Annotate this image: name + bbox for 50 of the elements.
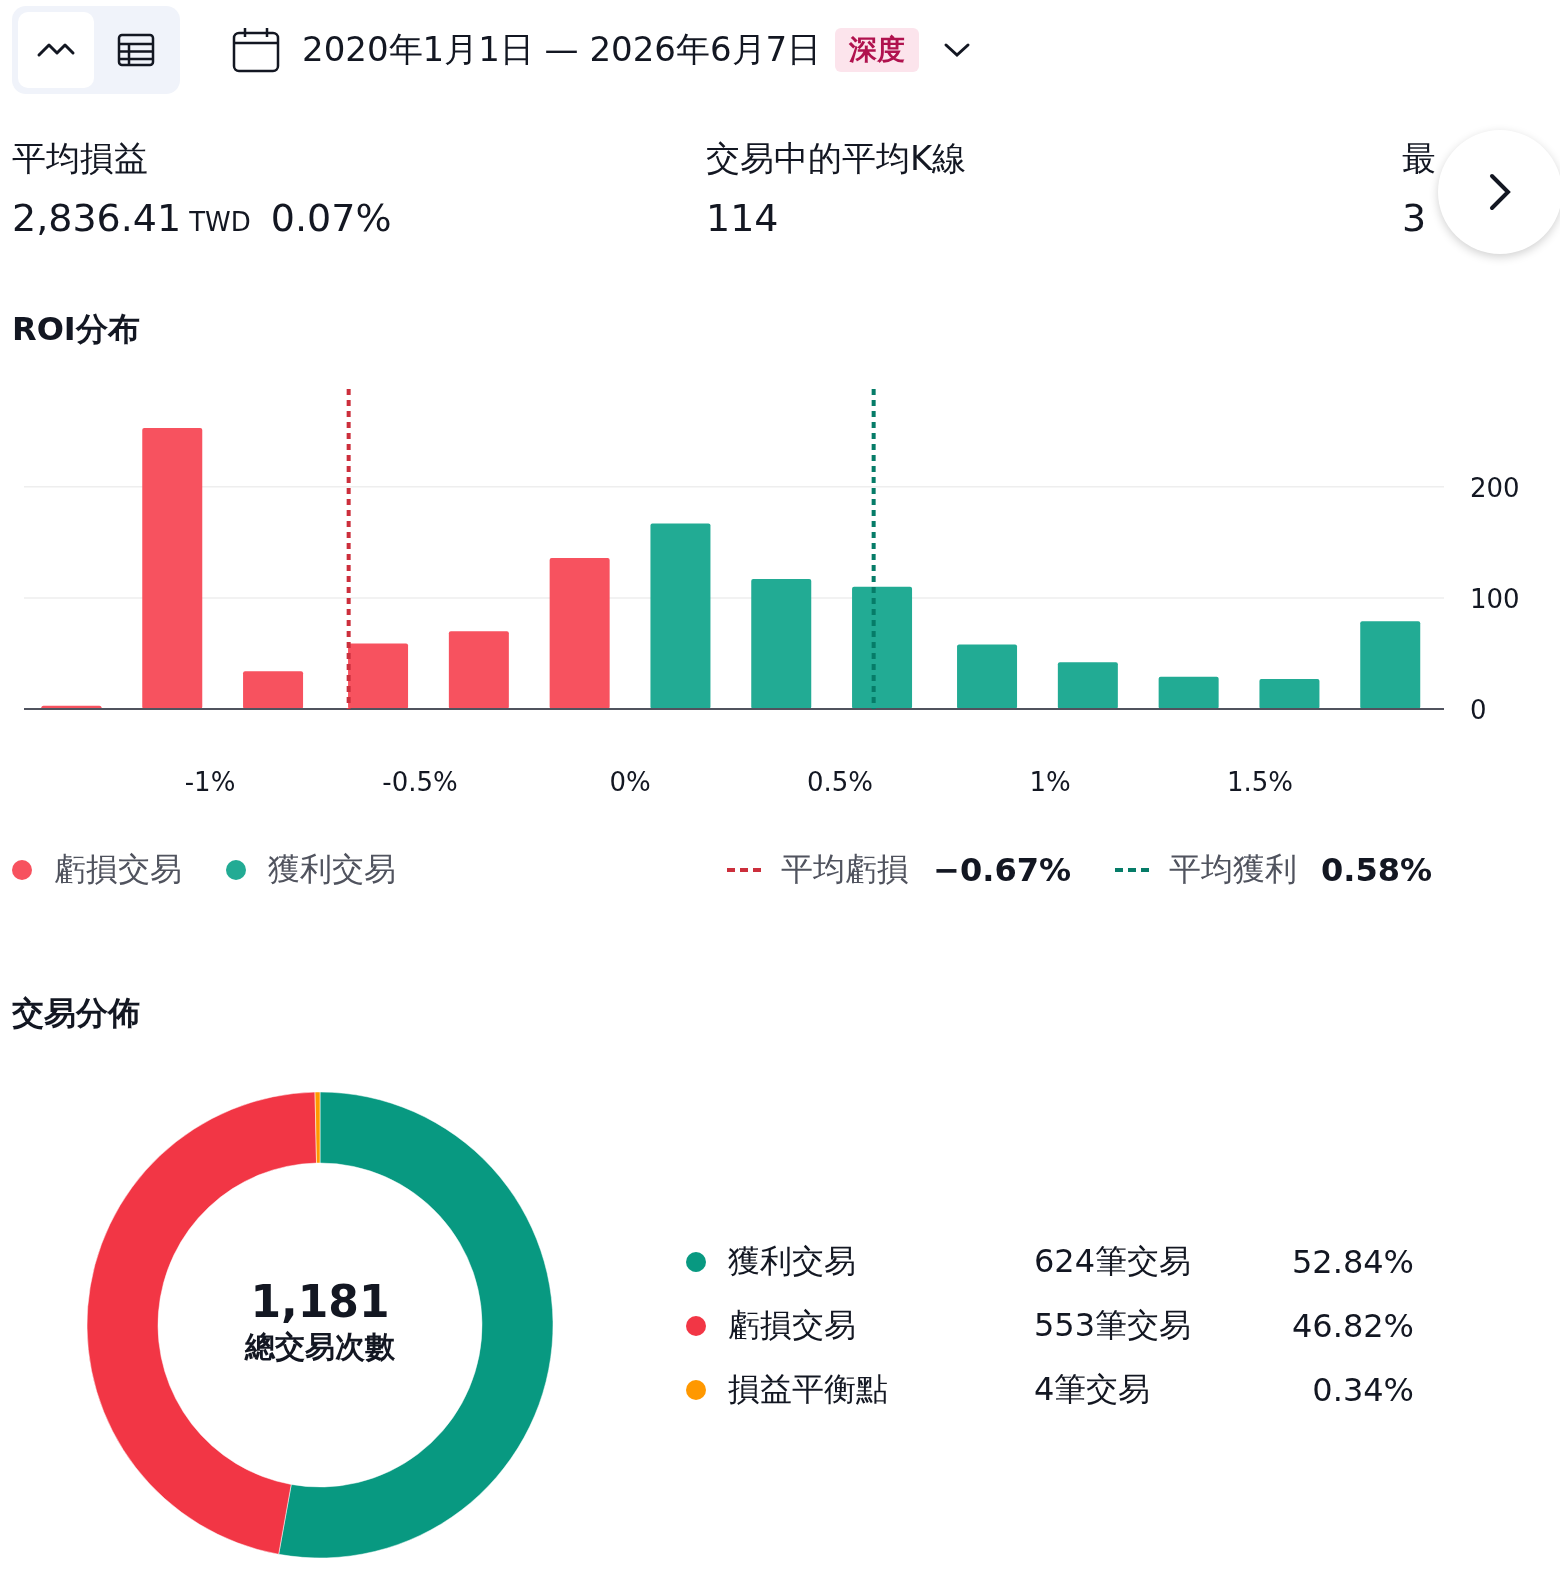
x-tick-label: -0.5% (382, 767, 458, 797)
x-tick-label: 0.5% (807, 767, 874, 797)
chevron-right-icon (1488, 173, 1512, 211)
legend-label: 損益平衡點 (728, 1369, 889, 1410)
stat-label: 交易中的平均K線 (706, 137, 968, 180)
x-tick-label: 0% (609, 767, 651, 797)
trade-percent: 46.82% (1291, 1307, 1414, 1345)
histogram-bar (1057, 662, 1118, 709)
legend-label: 獲利交易 (728, 1241, 857, 1282)
legend-label: 虧損交易 (728, 1305, 857, 1346)
histogram-bar (1158, 676, 1219, 709)
legend-value: 0.58% (1321, 851, 1432, 889)
stat-value: 2,836.41 (12, 196, 182, 240)
trade-percent: 0.34% (1311, 1371, 1414, 1409)
table-icon (117, 33, 155, 67)
date-range[interactable]: 2020年1月1日 — 2026年6月7日 (302, 27, 822, 73)
y-tick-label: 100 (1470, 583, 1520, 614)
x-tick-label: 1.5% (1227, 767, 1294, 797)
legend-label: 虧損交易 (54, 849, 182, 890)
trade-count: 624筆交易 (1034, 1241, 1193, 1282)
section-title: ROI分布 (12, 309, 141, 350)
stat-percent: 0.07% (270, 196, 392, 240)
x-tick-label: 1% (1029, 767, 1071, 797)
legend-label: 獲利交易 (268, 849, 396, 890)
y-tick-label: 200 (1470, 472, 1520, 503)
stat-value: 3 (1402, 196, 1427, 240)
stat-label: 最 (1402, 137, 1436, 180)
stat-unit: TWD (189, 207, 251, 237)
histogram-bar (957, 644, 1018, 709)
section-title: 交易分佈 (12, 993, 141, 1034)
stat-label: 平均損益 (12, 137, 149, 180)
depth-badge: 深度 (835, 28, 920, 72)
histogram-bar (243, 671, 304, 709)
total-value: 1,181 (249, 1276, 391, 1327)
trade-count: 4筆交易 (1034, 1369, 1152, 1410)
legend-label: 平均虧損 (781, 849, 910, 890)
chart-view-button[interactable] (18, 12, 94, 88)
histogram-bar (348, 643, 409, 709)
x-tick-label: -1% (184, 767, 236, 797)
total-label: 總交易次數 (243, 1328, 396, 1366)
stat-value: 114 (706, 196, 779, 240)
legend-value: −0.67% (933, 851, 1071, 889)
legend-label: 平均獲利 (1169, 849, 1297, 890)
calendar-icon (232, 27, 280, 73)
trade-count: 553筆交易 (1034, 1305, 1193, 1346)
chevron-down-icon[interactable] (943, 41, 972, 59)
histogram-bar (41, 705, 102, 709)
trade-percent: 52.84% (1291, 1243, 1414, 1281)
histogram-bar (1259, 679, 1320, 709)
y-tick-label: 0 (1470, 695, 1487, 725)
